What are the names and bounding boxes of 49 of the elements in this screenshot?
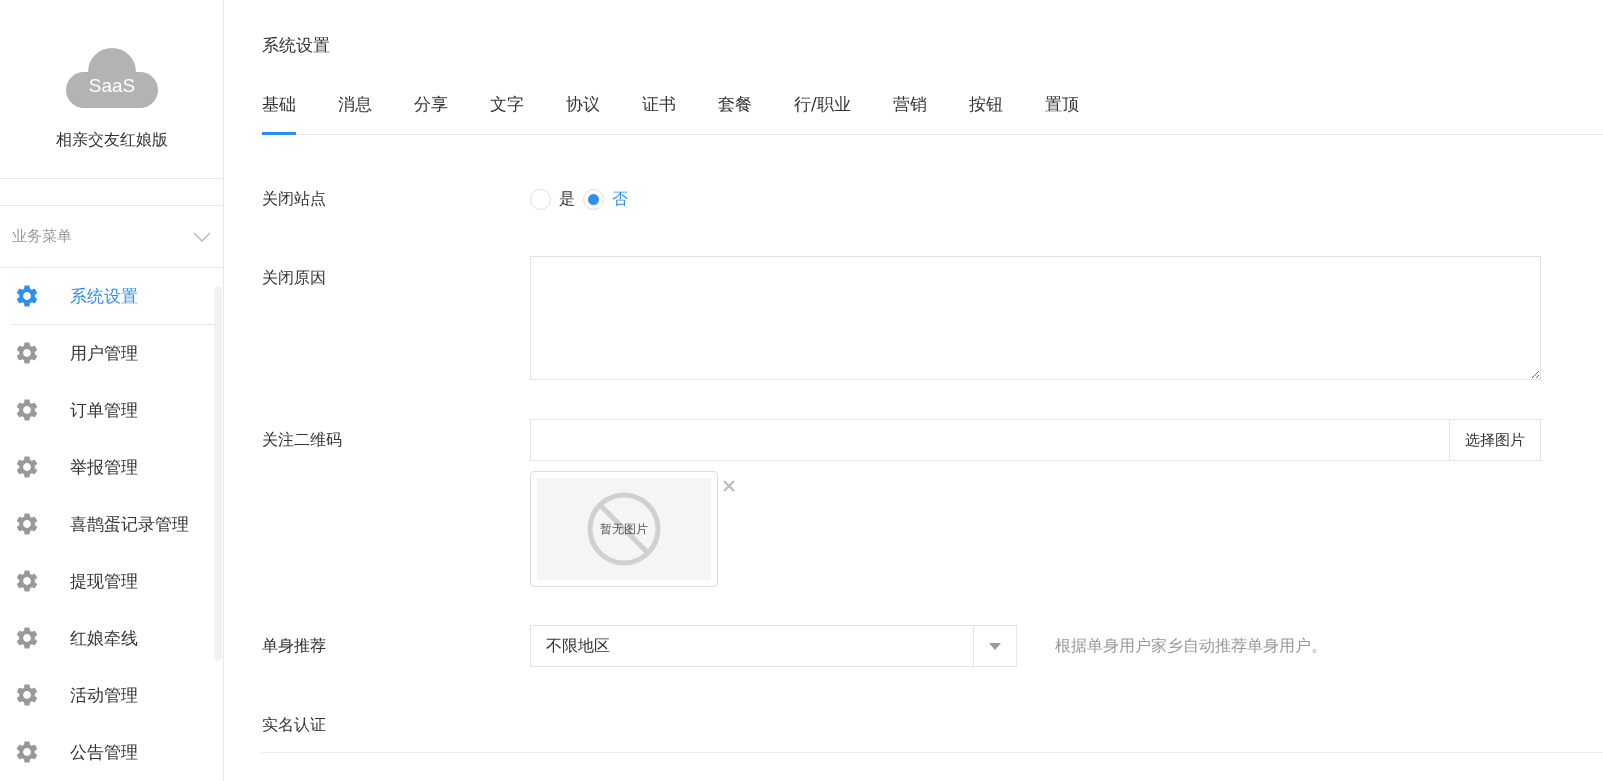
close-icon[interactable] (722, 479, 736, 493)
tab[interactable]: 基础 (262, 93, 296, 135)
gear-icon (14, 340, 40, 366)
menu-group-label: 业务菜单 (12, 227, 72, 246)
gear-icon (14, 397, 40, 423)
gear-icon (14, 283, 40, 309)
no-image-icon (586, 491, 662, 567)
sidebar-item[interactable]: 红娘牵线 (12, 610, 223, 667)
region-select[interactable]: 不限地区 (530, 625, 1017, 667)
reason-field[interactable] (530, 256, 1541, 380)
page-title: 系统设置 (262, 34, 331, 57)
field-label: 关注二维码 (262, 429, 343, 451)
tab[interactable]: 套餐 (718, 93, 752, 135)
section-title: 实名认证 (262, 715, 1603, 753)
sidebar-item[interactable]: 用户管理 (12, 325, 223, 382)
gear-icon (14, 568, 40, 594)
tab[interactable]: 文字 (490, 93, 524, 135)
hint-text: 根据单身用户家乡自动推荐单身用户。 (1055, 635, 1327, 657)
field-label: 单身推荐 (262, 635, 327, 657)
tab[interactable]: 协议 (566, 93, 600, 135)
field-label: 关闭站点 (262, 189, 327, 210)
no-image-text: 暂无图片 (600, 520, 648, 538)
image-path-field[interactable]: 选择图片 (530, 419, 1541, 461)
brand-name: 相亲交友红娘版 (55, 130, 168, 151)
tab[interactable]: 消息 (338, 93, 372, 135)
tab[interactable]: 行/职业 (794, 93, 851, 135)
radio-button[interactable] (583, 189, 604, 210)
gear-icon (14, 625, 40, 651)
sidebar-item[interactable]: 订单管理 (12, 382, 223, 439)
tab[interactable]: 按钮 (968, 93, 1003, 135)
caret-icon (989, 642, 1001, 650)
sidebar-item[interactable]: 活动管理 (12, 667, 223, 724)
tab[interactable]: 营销 (892, 93, 927, 135)
field-label: 关闭原因 (262, 267, 327, 289)
tab[interactable]: 置顶 (1044, 93, 1079, 135)
gear-icon (14, 739, 40, 765)
sidebar-item[interactable]: 举报管理 (12, 439, 223, 496)
sidebar-item[interactable]: 喜鹊蛋记录管理 (12, 496, 223, 553)
sidebar-item[interactable]: 公告管理 (12, 724, 223, 781)
tab[interactable]: 分享 (414, 93, 448, 135)
gear-icon (14, 454, 40, 480)
chevron-icon[interactable] (193, 231, 211, 242)
tab[interactable]: 证书 (642, 93, 676, 135)
sidebar-item[interactable]: 提现管理 (12, 553, 223, 610)
radio-button[interactable] (530, 189, 551, 210)
gear-icon (14, 511, 40, 537)
radio-label: 否 (612, 189, 628, 210)
radio-label: 是 (559, 189, 575, 210)
gear-icon (14, 682, 40, 708)
